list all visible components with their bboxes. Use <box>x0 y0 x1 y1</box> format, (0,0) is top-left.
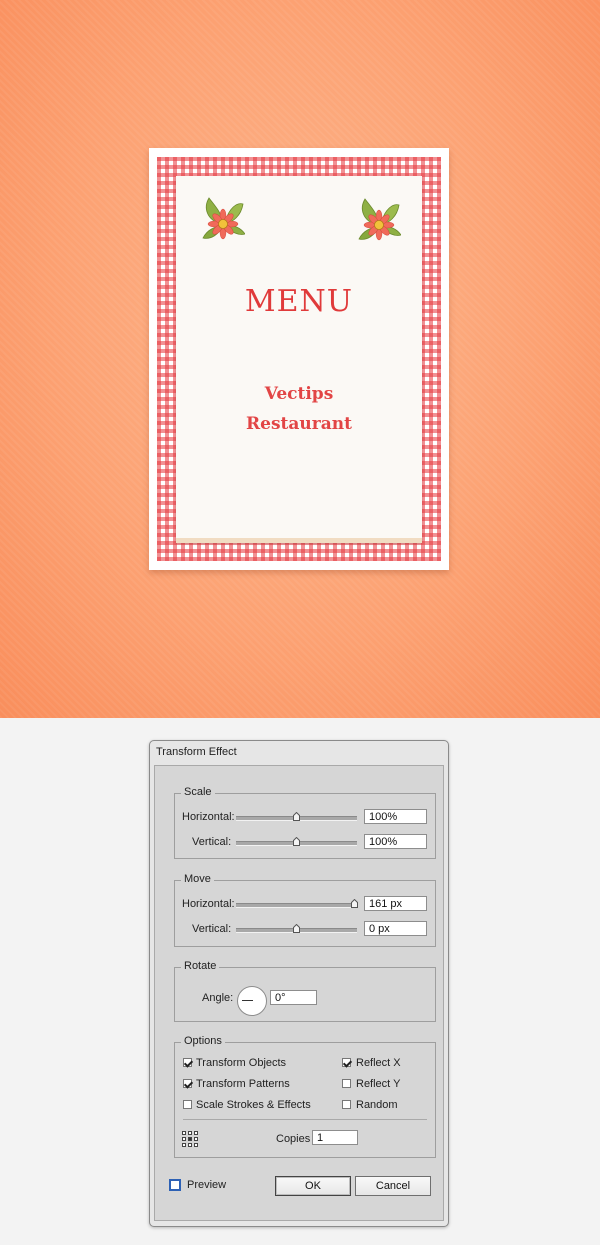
dialog-body: Scale Horizontal: 100% Vertical: 100% Mo… <box>154 765 444 1221</box>
angle-input[interactable]: 0° <box>270 990 317 1005</box>
transform-patterns-label: Transform Patterns <box>196 1078 290 1090</box>
options-group: Options Transform Objects Transform Patt… <box>174 1035 436 1158</box>
rotate-group: Rotate Angle: 0° <box>174 960 436 1022</box>
scale-vertical-label: Vertical: <box>192 836 232 848</box>
move-horizontal-label: Horizontal: <box>182 898 235 910</box>
slider-thumb-icon[interactable] <box>293 837 300 846</box>
move-horizontal-slider[interactable] <box>236 899 358 908</box>
ok-button[interactable]: OK <box>275 1176 351 1196</box>
slider-thumb-icon[interactable] <box>293 812 300 821</box>
slider-thumb-icon[interactable] <box>351 899 358 908</box>
restaurant-name-line2: Restaurant <box>246 414 352 434</box>
dialog-title: Transform Effect <box>156 746 237 758</box>
cancel-button[interactable]: Cancel <box>355 1176 431 1196</box>
scale-vertical-input[interactable]: 100% <box>364 834 427 849</box>
scale-horizontal-slider[interactable] <box>236 812 357 821</box>
restaurant-name-line1: Vectips <box>264 384 334 404</box>
menu-card: MENU Vectips Restaurant <box>149 148 449 570</box>
transform-objects-checkbox[interactable] <box>183 1058 192 1067</box>
angle-label: Angle: <box>202 992 234 1004</box>
move-vertical-input[interactable]: 0 px <box>364 921 427 936</box>
options-group-label: Options <box>181 1035 225 1047</box>
scale-vertical-slider[interactable] <box>236 837 357 846</box>
artboard-background: MENU Vectips Restaurant <box>0 0 600 718</box>
random-label: Random <box>356 1099 398 1111</box>
move-horizontal-input[interactable]: 161 px <box>364 896 427 911</box>
scale-group-label: Scale <box>181 786 215 798</box>
reflect-x-checkbox[interactable] <box>342 1058 351 1067</box>
flower-left-icon <box>202 197 245 240</box>
scale-strokes-checkbox[interactable] <box>183 1100 192 1109</box>
angle-dial-needle <box>242 1000 253 1001</box>
reflect-y-checkbox[interactable] <box>342 1079 351 1088</box>
reflect-x-label: Reflect X <box>356 1057 401 1069</box>
reflect-y-label: Reflect Y <box>356 1078 401 1090</box>
copies-label: Copies <box>276 1133 311 1145</box>
scale-horizontal-label: Horizontal: <box>182 811 235 823</box>
angle-dial[interactable] <box>237 986 267 1016</box>
scale-group: Scale Horizontal: 100% Vertical: 100% <box>174 786 436 859</box>
preview-label: Preview <box>187 1179 227 1191</box>
transform-effect-dialog: Transform Effect Scale Horizontal: 100% … <box>149 740 449 1227</box>
preview-checkbox[interactable] <box>169 1179 181 1191</box>
move-group-label: Move <box>181 873 214 885</box>
transform-objects-label: Transform Objects <box>196 1057 287 1069</box>
copies-input[interactable]: 1 <box>312 1130 358 1145</box>
slider-thumb-icon[interactable] <box>293 924 300 933</box>
menu-title: MENU <box>244 284 354 319</box>
rotate-group-label: Rotate <box>181 960 220 972</box>
transform-patterns-checkbox[interactable] <box>183 1079 192 1088</box>
move-vertical-label: Vertical: <box>192 923 232 935</box>
reference-point-icon[interactable] <box>182 1131 198 1147</box>
scale-horizontal-input[interactable]: 100% <box>364 809 427 824</box>
move-vertical-slider[interactable] <box>236 924 357 933</box>
scale-strokes-label: Scale Strokes & Effects <box>196 1099 311 1111</box>
options-divider <box>183 1119 427 1120</box>
flower-right-icon <box>358 198 401 241</box>
move-group: Move Horizontal: 161 px Vertical: 0 px <box>174 873 436 947</box>
random-checkbox[interactable] <box>342 1100 351 1109</box>
